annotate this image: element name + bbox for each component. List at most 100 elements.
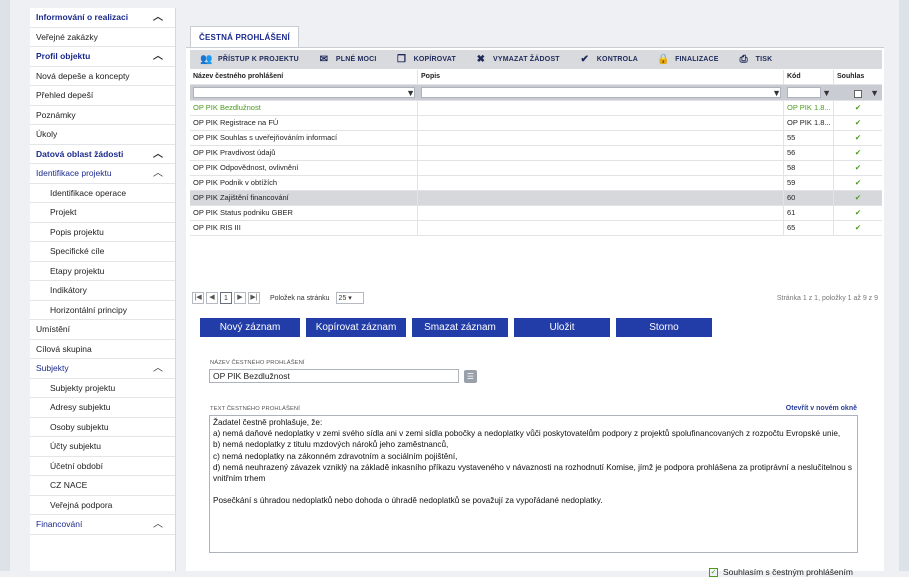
sidebar-item-label: Identifikace projektu xyxy=(36,168,112,178)
sidebar-item[interactable]: Popis projektu xyxy=(30,223,175,242)
table-row[interactable]: OP PIK Podnik v obtížích 59 ✔ xyxy=(190,176,882,191)
sidebar-item-label: Úkoly xyxy=(36,129,58,139)
sidebar-item[interactable]: Horizontální principy xyxy=(30,301,175,320)
delete-icon: ✖ xyxy=(476,54,486,65)
content-panel: 👥 PŘÍSTUP K PROJEKTU ✉ PLNÉ MOCI ❐ KOPÍROVAT ✖… xyxy=(186,47,884,577)
cell-desc xyxy=(418,191,784,205)
prev-page-icon[interactable]: ◀ xyxy=(206,292,218,304)
delete-record-button[interactable]: Smazat záznam xyxy=(412,318,508,337)
toolbar-button[interactable]: 👥 PŘÍSTUP K PROJEKTU xyxy=(190,50,308,69)
page-size-value: 25 xyxy=(338,295,347,302)
sidebar-item[interactable]: Datová oblast žádosti ︿ xyxy=(30,145,175,164)
toolbar-button[interactable]: 🔒 FINALIZACE xyxy=(647,50,728,69)
table-row[interactable]: OP PIK Zajištění financování 60 ✔ xyxy=(190,191,882,206)
toolbar-button[interactable]: ✔ KONTROLA xyxy=(569,50,647,69)
sidebar-item[interactable]: Indikátory xyxy=(30,281,175,301)
toolbar-button[interactable]: ✖ VYMAZAT ŽÁDOST xyxy=(465,50,569,69)
last-page-icon[interactable]: ▶| xyxy=(248,292,260,304)
sidebar-item[interactable]: Identifikace operace xyxy=(30,184,175,203)
col-header-description[interactable]: Popis xyxy=(418,70,784,84)
page-number[interactable]: 1 xyxy=(220,292,232,304)
collapse-caret-icon[interactable]: ︿ xyxy=(153,515,163,534)
sidebar-item-label: Projekt xyxy=(50,207,77,217)
page-size-select[interactable]: 25 ▾ xyxy=(335,292,364,304)
sidebar-item[interactable]: Identifikace projektu ︿ xyxy=(30,164,175,184)
filter-icon[interactable]: ▼ xyxy=(870,86,879,100)
toolbar-button-label: TISK xyxy=(755,56,773,63)
declaration-text-area[interactable]: Žadatel čestně prohlašuje, že: a) nemá da… xyxy=(209,415,858,553)
name-field[interactable]: OP PIK Bezdlužnost xyxy=(209,369,459,383)
table-row[interactable]: OP PIK Odpovědnost, ovlivnění 58 ✔ xyxy=(190,161,882,176)
check-icon: ✔ xyxy=(580,54,590,65)
sidebar-item[interactable]: Poznámky xyxy=(30,106,175,125)
sidebar-item[interactable]: Specifické cíle xyxy=(30,242,175,262)
table-row[interactable]: OP PIK Status podniku GBER 61 ✔ xyxy=(190,206,882,221)
filter-code-input[interactable] xyxy=(787,87,821,98)
sidebar-item-label: Subjekty xyxy=(36,363,69,373)
sidebar-item-label: Veřejná podpora xyxy=(50,499,113,510)
table-row[interactable]: OP PIK Registrace na FÚ OP PIK 1.8... ✔ xyxy=(190,116,882,131)
filter-description-input[interactable] xyxy=(421,87,781,98)
toolbar-button[interactable]: ❐ KOPÍROVAT xyxy=(386,50,465,69)
cell-name: OP PIK Status podniku GBER xyxy=(190,206,418,220)
cell-desc xyxy=(418,221,784,235)
toolbar-button-label: KOPÍROVAT xyxy=(413,56,456,63)
filter-agree-checkbox[interactable] xyxy=(854,90,862,99)
sidebar-item[interactable]: Účty subjektu xyxy=(30,437,175,457)
cell-code: 59 xyxy=(784,176,834,190)
toolbar-button[interactable]: ⎙ TISK xyxy=(728,50,782,69)
collapse-caret-icon[interactable]: ︿ xyxy=(153,164,163,183)
sidebar-item[interactable]: Informování o realizaci ︿ xyxy=(30,8,175,28)
sidebar-item[interactable]: Účetní období xyxy=(30,457,175,476)
sidebar-item[interactable]: Veřejné zakázky xyxy=(30,28,175,47)
sidebar-item[interactable]: Projekt xyxy=(30,203,175,223)
agree-checkbox[interactable]: ✓ Souhlasím s čestným prohlášením xyxy=(709,567,853,577)
copy-record-button[interactable]: Kopírovat záznam xyxy=(306,318,406,337)
sidebar-item[interactable]: Subjekty ︿ xyxy=(30,359,175,379)
sidebar-item[interactable]: Adresy subjektu xyxy=(30,398,175,418)
print-icon: ⎙ xyxy=(739,54,748,65)
sidebar-item[interactable]: Nová depeše a koncepty xyxy=(30,67,175,86)
col-header-code[interactable]: Kód xyxy=(784,70,834,84)
first-page-icon[interactable]: |◀ xyxy=(192,292,204,304)
collapse-caret-icon[interactable]: ︿ xyxy=(153,145,163,164)
table-row[interactable]: OP PIK RIS III 65 ✔ xyxy=(190,221,882,236)
new-record-button[interactable]: Nový záznam xyxy=(200,318,300,337)
col-header-agree[interactable]: Souhlas xyxy=(834,70,882,84)
collapse-caret-icon[interactable]: ︿ xyxy=(153,47,163,66)
sidebar-item[interactable]: CZ NACE xyxy=(30,476,175,496)
sidebar-item[interactable]: Úkoly xyxy=(30,125,175,145)
sidebar-item[interactable]: Subjekty projektu xyxy=(30,379,175,398)
sidebar-item-label: Indikátory xyxy=(50,285,87,295)
cancel-button[interactable]: Storno xyxy=(616,318,712,337)
sidebar-item[interactable]: Etapy projektu xyxy=(30,262,175,281)
table-row[interactable]: OP PIK Bezdlužnost OP PIK 1.8... ✔ xyxy=(190,101,882,116)
list-picker-icon[interactable]: ☰ xyxy=(464,370,477,383)
next-page-icon[interactable]: ▶ xyxy=(234,292,246,304)
cell-desc xyxy=(418,101,784,115)
table-row[interactable]: OP PIK Souhlas s uveřejňováním informací… xyxy=(190,131,882,146)
tab-cestna-prohlaseni[interactable]: ČESTNÁ PROHLÁŠENÍ xyxy=(190,26,299,48)
cell-code: 55 xyxy=(784,131,834,145)
sidebar-item[interactable]: Osoby subjektu xyxy=(30,418,175,437)
toolbar-button-label: VYMAZAT ŽÁDOST xyxy=(492,56,560,63)
save-button[interactable]: Uložit xyxy=(514,318,610,337)
filter-icon[interactable]: ▼ xyxy=(772,86,781,100)
filter-name-input[interactable] xyxy=(193,87,415,98)
sidebar-item[interactable]: Umístění xyxy=(30,320,175,340)
sidebar-item[interactable]: Přehled depeší xyxy=(30,86,175,106)
collapse-caret-icon[interactable]: ︿ xyxy=(153,359,163,378)
filter-icon[interactable]: ▼ xyxy=(406,86,415,100)
sidebar-item[interactable]: Profil objektu ︿ xyxy=(30,47,175,67)
filter-icon[interactable]: ▼ xyxy=(822,86,831,100)
grid-body: OP PIK Bezdlužnost OP PIK 1.8... ✔ OP PIK R… xyxy=(190,101,882,236)
table-row[interactable]: OP PIK Pravdivost údajů 56 ✔ xyxy=(190,146,882,161)
open-new-window-link[interactable]: Otevřít v novém okně xyxy=(786,405,857,412)
collapse-caret-icon[interactable]: ︿ xyxy=(153,8,163,27)
col-header-name[interactable]: Název čestného prohlášení xyxy=(190,70,418,84)
toolbar-button[interactable]: ✉ PLNÉ MOCI xyxy=(308,50,386,69)
sidebar-item[interactable]: Financování ︿ xyxy=(30,515,175,535)
sidebar-item[interactable]: Veřejná podpora xyxy=(30,496,175,515)
sidebar-item-label: Subjekty projektu xyxy=(50,382,116,393)
sidebar-item[interactable]: Cílová skupina xyxy=(30,340,175,359)
